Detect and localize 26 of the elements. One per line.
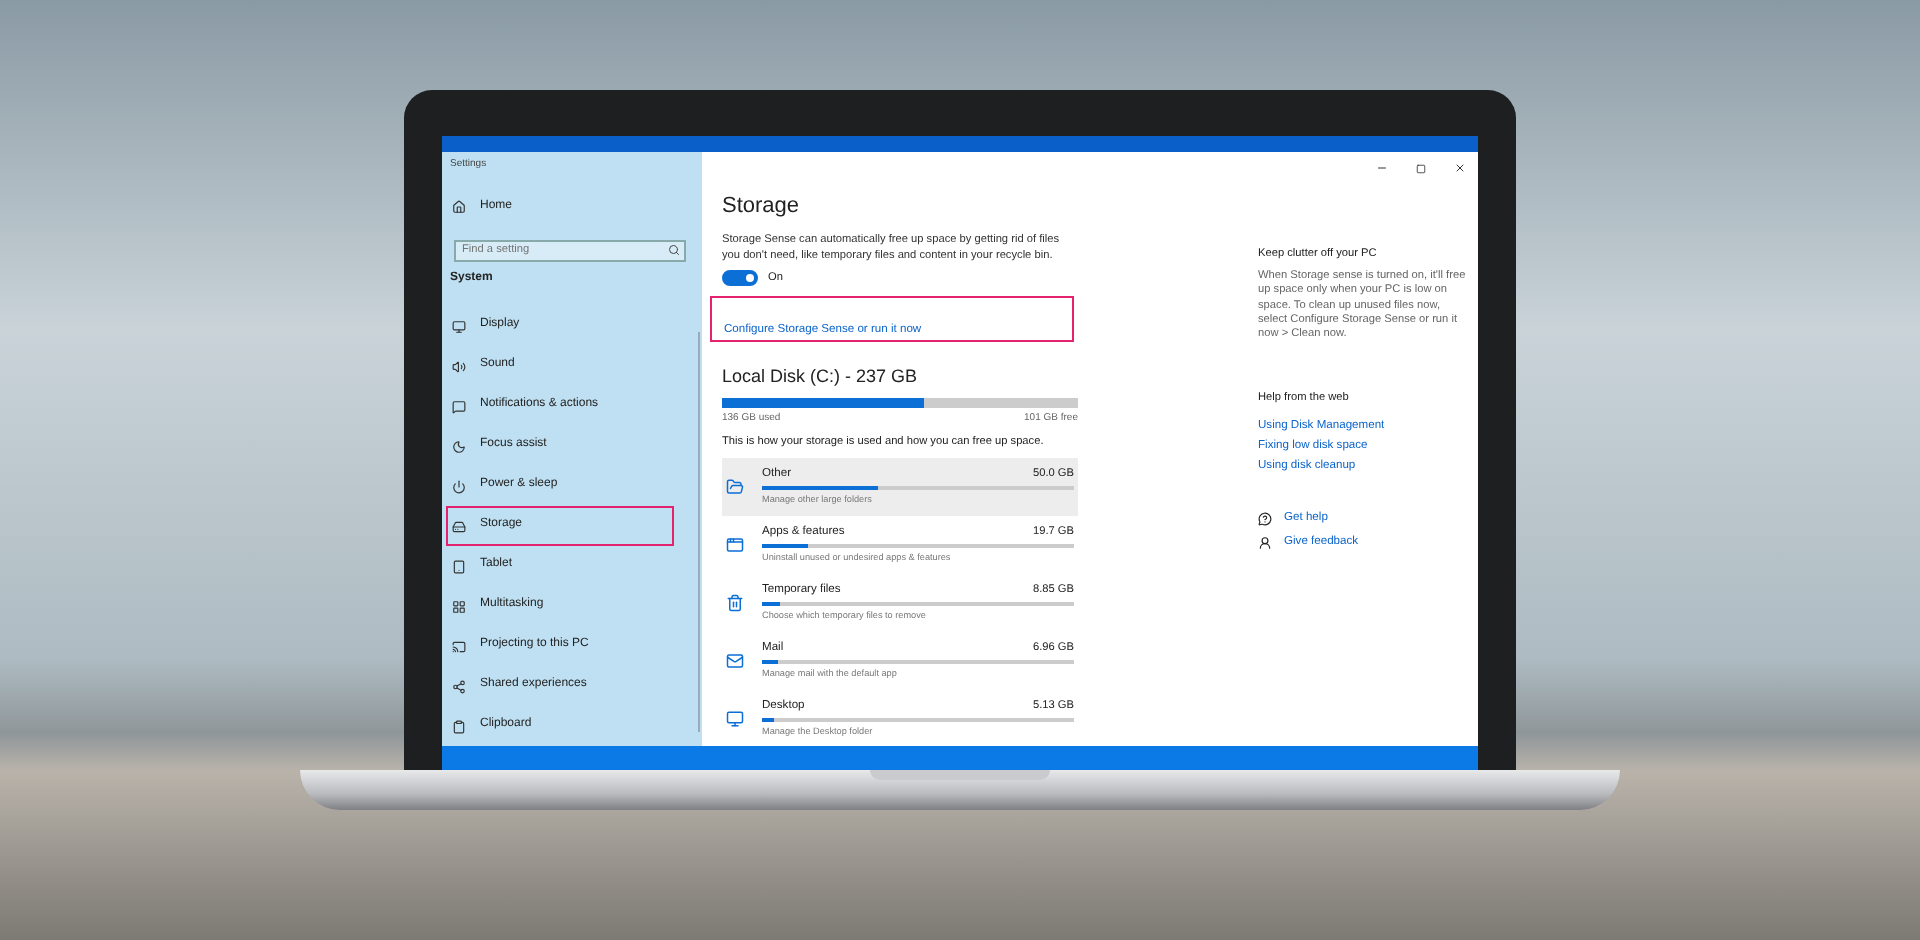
clipboard-icon	[452, 719, 466, 733]
monitor-icon	[452, 319, 466, 333]
search-icon	[668, 244, 680, 257]
close-icon[interactable]	[1454, 162, 1466, 174]
share-icon	[452, 679, 466, 693]
folder-icon	[726, 477, 744, 496]
help-icon	[1258, 511, 1272, 526]
message-icon	[452, 399, 466, 413]
disk-title: Local Disk (C:) - 237 GB	[722, 366, 920, 388]
speaker-icon	[452, 359, 466, 373]
minimize-icon[interactable]	[1376, 162, 1388, 174]
toggle-switch[interactable]	[722, 270, 758, 287]
trash-icon	[726, 593, 744, 612]
moon-icon	[452, 439, 466, 453]
cast-icon	[452, 639, 466, 653]
power-icon	[452, 479, 466, 493]
tablet-icon	[452, 559, 466, 573]
page-title: Storage	[722, 194, 802, 221]
grid-icon	[452, 599, 466, 613]
drive-icon	[452, 519, 466, 533]
maximize-icon[interactable]	[1416, 163, 1426, 173]
monitor-icon	[726, 709, 744, 728]
app-window-icon	[726, 535, 744, 554]
home-icon	[452, 200, 466, 215]
person-icon	[1258, 535, 1272, 550]
mail-icon	[726, 651, 744, 670]
